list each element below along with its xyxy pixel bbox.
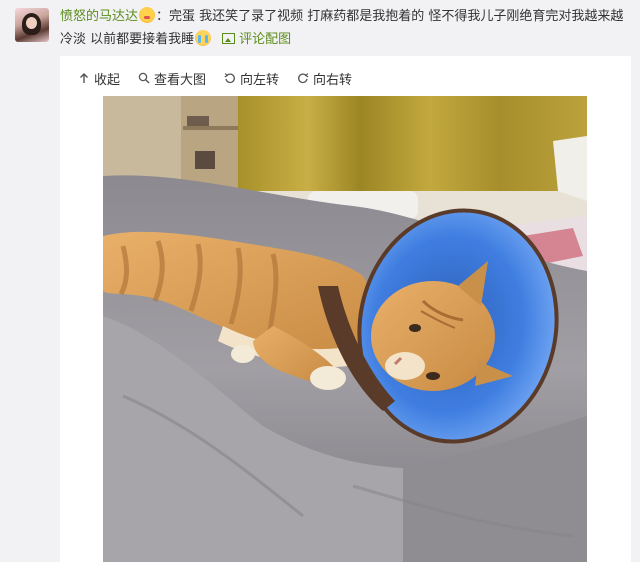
rotate-left-icon: [224, 73, 235, 84]
comment-username[interactable]: 愤怒的马达达: [60, 9, 138, 24]
view-large-button[interactable]: 查看大图: [138, 69, 207, 88]
cat-photo[interactable]: [103, 96, 587, 562]
rotate-right-label: 向右转: [313, 72, 353, 88]
view-large-label: 查看大图: [154, 72, 207, 88]
collapse-label: 收起: [94, 72, 121, 88]
magnifier-icon: [138, 72, 150, 84]
arrow-up-icon: [80, 73, 88, 83]
rotate-left-button[interactable]: 向左转: [224, 69, 280, 88]
image-toolbar: 收起 查看大图 向左转 向右转: [78, 69, 353, 88]
picture-icon: [222, 33, 236, 44]
cat-photo-illustration: [103, 96, 587, 562]
user-avatar[interactable]: [15, 8, 49, 42]
collapse-button[interactable]: 收起: [78, 69, 121, 88]
rotate-left-label: 向左转: [240, 72, 280, 88]
crying-emoji-icon: [195, 30, 212, 46]
comment-picture-link[interactable]: 评论配图: [222, 32, 291, 47]
image-viewer-panel: 收起 查看大图 向左转 向右转: [60, 56, 631, 562]
rotate-right-icon: [298, 73, 309, 84]
comment-text-block: 愤怒的马达达 ：完蛋 我还笑了录了视频 打麻药都是我抱着的 怪不得我儿子刚绝育完对…: [60, 5, 630, 51]
rotate-right-button[interactable]: 向右转: [297, 69, 353, 88]
comment-picture-label: 评论配图: [239, 32, 292, 47]
avatar-face: [26, 17, 37, 29]
kiss-emoji-icon: [139, 7, 156, 23]
